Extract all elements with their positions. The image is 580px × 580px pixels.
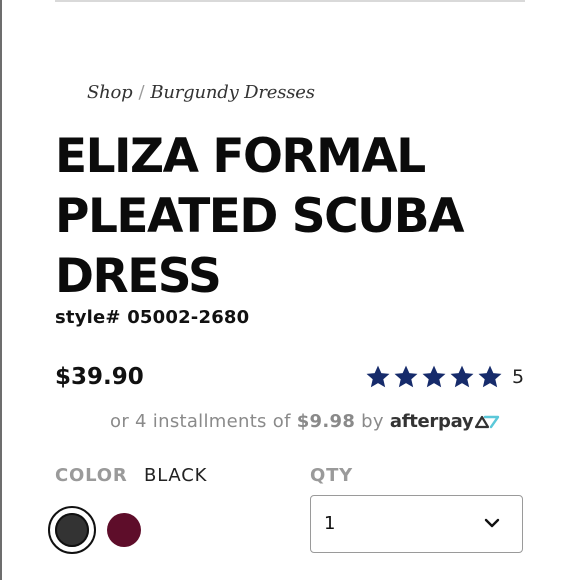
product-price: $39.90 bbox=[55, 364, 144, 390]
star-icon bbox=[394, 365, 418, 388]
qty-label: QTY bbox=[310, 465, 354, 486]
installments-by: by bbox=[361, 411, 384, 432]
color-swatch-black-fill bbox=[55, 513, 89, 547]
breadcrumb-separator: / bbox=[138, 82, 145, 103]
qty-select[interactable]: 1 bbox=[310, 495, 523, 553]
installments-info: or 4 installments of $9.98 by afterpay bbox=[110, 411, 500, 432]
afterpay-arrows-icon bbox=[475, 415, 500, 428]
breadcrumb: Shop / Burgundy Dresses bbox=[87, 82, 315, 103]
rating-count[interactable]: 5 bbox=[512, 366, 524, 388]
style-number-label: style# bbox=[55, 307, 121, 328]
installments-prefix: or 4 installments of bbox=[110, 411, 291, 432]
afterpay-logo[interactable]: afterpay bbox=[390, 411, 500, 432]
rating-stars bbox=[364, 364, 504, 390]
color-swatch-burgundy[interactable] bbox=[107, 513, 141, 547]
color-key: COLOR bbox=[55, 465, 128, 486]
breadcrumb-category-link[interactable]: Burgundy Dresses bbox=[150, 82, 315, 103]
style-number-value: 05002-2680 bbox=[127, 307, 250, 328]
style-number: style# 05002-2680 bbox=[55, 307, 249, 328]
star-icon bbox=[366, 365, 390, 388]
installments-amount: $9.98 bbox=[296, 411, 356, 432]
color-selected-value: BLACK bbox=[144, 465, 208, 486]
afterpay-wordmark: afterpay bbox=[389, 411, 474, 432]
rating[interactable]: 5 bbox=[364, 363, 524, 391]
breadcrumb-shop-link[interactable]: Shop bbox=[87, 82, 133, 103]
chevron-down-icon bbox=[484, 518, 500, 528]
star-icon bbox=[450, 365, 474, 388]
star-icon bbox=[422, 365, 446, 388]
top-divider bbox=[55, 0, 525, 2]
star-icon bbox=[478, 365, 502, 388]
color-label: COLOR BLACK bbox=[55, 465, 207, 486]
qty-value: 1 bbox=[324, 513, 336, 534]
color-swatch-black[interactable] bbox=[48, 506, 96, 554]
product-title: ELIZA FORMAL PLEATED SCUBA DRESS bbox=[55, 129, 464, 304]
left-divider bbox=[0, 0, 2, 580]
